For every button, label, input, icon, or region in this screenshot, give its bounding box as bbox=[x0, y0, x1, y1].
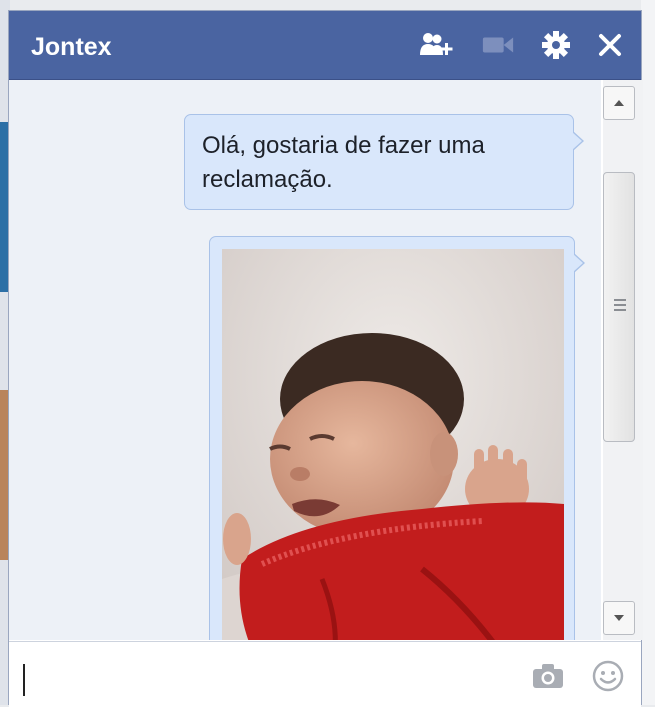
add-friend-icon[interactable] bbox=[419, 29, 453, 61]
message-bubble[interactable]: Olá, gostaria de fazer uma reclamação. bbox=[184, 114, 584, 210]
gear-icon[interactable] bbox=[539, 29, 573, 61]
photo-message-bubble[interactable] bbox=[209, 236, 585, 640]
message-composer bbox=[9, 641, 641, 707]
bubble-tail bbox=[573, 253, 585, 273]
scroll-grip-icon bbox=[614, 299, 626, 314]
chat-window: Jontex Olá, gostaria de fazer uma reclam… bbox=[8, 10, 643, 707]
background-thumbnail bbox=[0, 122, 8, 292]
scroll-up-button[interactable] bbox=[603, 86, 635, 120]
chat-title[interactable]: Jontex bbox=[31, 33, 112, 62]
page-background-right bbox=[641, 0, 655, 705]
video-call-icon[interactable] bbox=[481, 29, 515, 61]
text-caret bbox=[23, 664, 25, 696]
message-text: Olá, gostaria de fazer uma reclamação. bbox=[202, 132, 485, 193]
scroll-thumb[interactable] bbox=[603, 172, 635, 442]
message-scrollbar[interactable] bbox=[603, 80, 643, 640]
scroll-down-button[interactable] bbox=[603, 601, 635, 635]
camera-icon[interactable] bbox=[529, 658, 567, 694]
bubble-tail bbox=[572, 131, 584, 151]
close-icon[interactable] bbox=[593, 29, 627, 61]
baby-photo[interactable] bbox=[222, 249, 564, 640]
message-list[interactable]: Olá, gostaria de fazer uma reclamação. bbox=[9, 80, 601, 640]
chat-titlebar[interactable]: Jontex bbox=[9, 11, 641, 80]
background-thumbnail bbox=[0, 390, 8, 560]
emoji-icon[interactable] bbox=[589, 658, 627, 694]
message-input[interactable] bbox=[19, 652, 519, 700]
